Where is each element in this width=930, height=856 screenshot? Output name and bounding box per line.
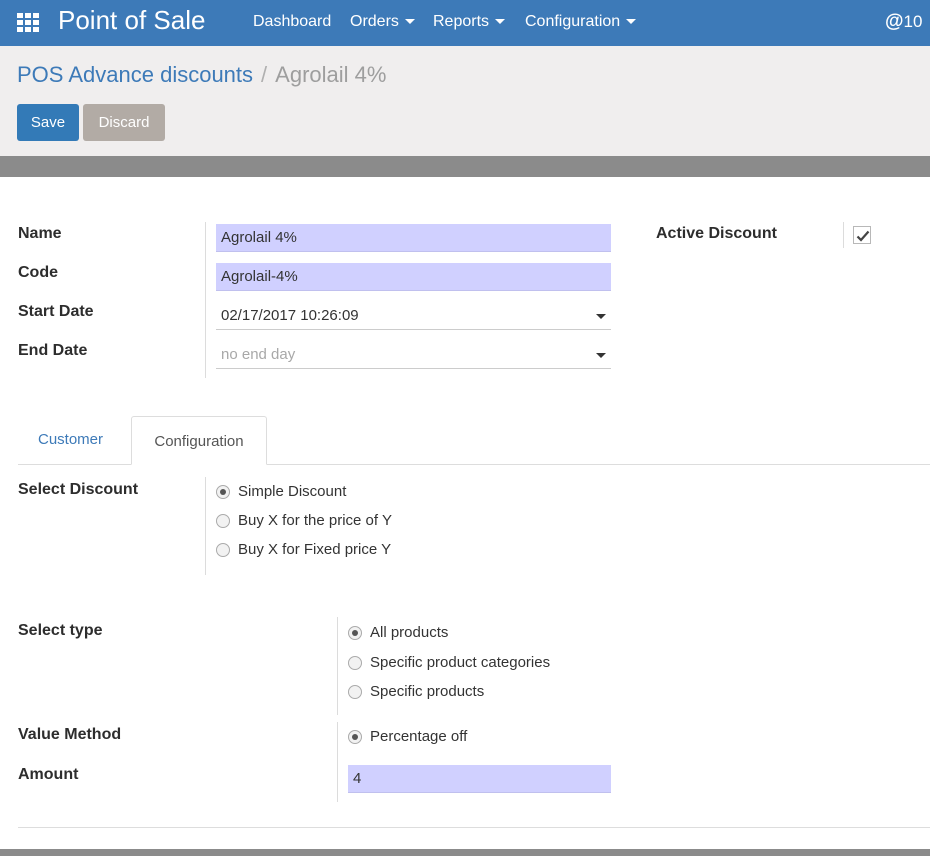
discard-button[interactable]: Discard: [83, 104, 165, 141]
field-divider: [205, 477, 206, 575]
breadcrumb-separator: /: [261, 62, 268, 87]
top-navbar: Point of Sale Dashboard Orders Reports C…: [0, 0, 930, 46]
end-date-field[interactable]: no end day: [216, 341, 611, 369]
radio-label: Simple Discount: [238, 483, 347, 500]
radio-button[interactable]: [348, 685, 362, 699]
menu-configuration-label: Configuration: [525, 13, 621, 30]
save-button[interactable]: Save: [17, 104, 79, 141]
radio-button[interactable]: [348, 656, 362, 670]
app-title: Point of Sale: [58, 5, 206, 35]
field-divider: [205, 222, 206, 378]
radio-button[interactable]: [216, 514, 230, 528]
menu-orders-label: Orders: [350, 13, 399, 30]
radio-button[interactable]: [348, 730, 362, 744]
menu-dashboard[interactable]: Dashboard: [253, 13, 331, 31]
end-date-placeholder: no end day: [221, 346, 296, 363]
name-field[interactable]: Agrolail 4%: [216, 224, 611, 252]
breadcrumb-current: Agrolail 4%: [275, 62, 387, 87]
menu-reports-label: Reports: [433, 13, 490, 30]
radio-button[interactable]: [348, 626, 362, 640]
apps-grid-icon[interactable]: [17, 13, 39, 33]
amount-field[interactable]: 4: [348, 765, 611, 793]
section-divider: [18, 827, 930, 828]
start-date-label: Start Date: [18, 303, 94, 320]
value-method-label: Value Method: [18, 726, 122, 743]
breadcrumb-parent-link[interactable]: POS Advance discounts: [17, 62, 253, 87]
caret-down-icon: [596, 353, 606, 358]
radio-label: Specific product categories: [370, 654, 551, 671]
name-label: Name: [18, 225, 62, 242]
code-label: Code: [18, 264, 58, 281]
sheet-top-border: [0, 156, 930, 177]
caret-down-icon: [495, 19, 506, 25]
menu-orders[interactable]: Orders: [350, 13, 415, 31]
select-discount-label: Select Discount: [18, 481, 139, 498]
messaging-indicator[interactable]: @10: [885, 11, 922, 33]
select-type-label: Select type: [18, 622, 103, 639]
menu-reports[interactable]: Reports: [433, 13, 506, 31]
control-panel: POS Advance discounts / Agrolail 4% Save D…: [0, 46, 930, 156]
message-count: 10: [903, 12, 923, 31]
code-field[interactable]: Agrolail-4%: [216, 263, 611, 291]
end-date-label: End Date: [18, 342, 88, 359]
field-divider: [843, 222, 844, 248]
tab-customer[interactable]: Customer: [38, 416, 103, 464]
at-icon: @: [885, 11, 904, 32]
radio-button[interactable]: [216, 485, 230, 499]
radio-label: All products: [370, 624, 449, 641]
caret-down-icon: [404, 19, 415, 25]
caret-down-icon: [596, 314, 606, 319]
field-divider: [337, 617, 338, 715]
checkmark-icon: [856, 230, 870, 242]
radio-label: Buy X for the price of Y: [238, 512, 392, 529]
radio-label: Percentage off: [370, 728, 468, 745]
radio-button[interactable]: [216, 543, 230, 557]
breadcrumb: POS Advance discounts / Agrolail 4%: [17, 62, 386, 88]
start-date-value: 02/17/2017 10:26:09: [221, 307, 359, 324]
start-date-field[interactable]: 02/17/2017 10:26:09: [216, 302, 611, 330]
active-discount-checkbox[interactable]: [853, 226, 871, 244]
radio-label: Buy X for Fixed price Y: [238, 541, 392, 558]
menu-dashboard-label: Dashboard: [253, 13, 332, 30]
sheet-bottom-border: [0, 849, 930, 856]
field-divider: [337, 722, 338, 802]
active-discount-label: Active Discount: [656, 225, 777, 242]
caret-down-icon: [626, 19, 637, 25]
tab-configuration[interactable]: Configuration: [131, 416, 267, 465]
radio-label: Specific products: [370, 683, 485, 700]
amount-label: Amount: [18, 766, 79, 783]
menu-configuration[interactable]: Configuration: [525, 13, 637, 31]
